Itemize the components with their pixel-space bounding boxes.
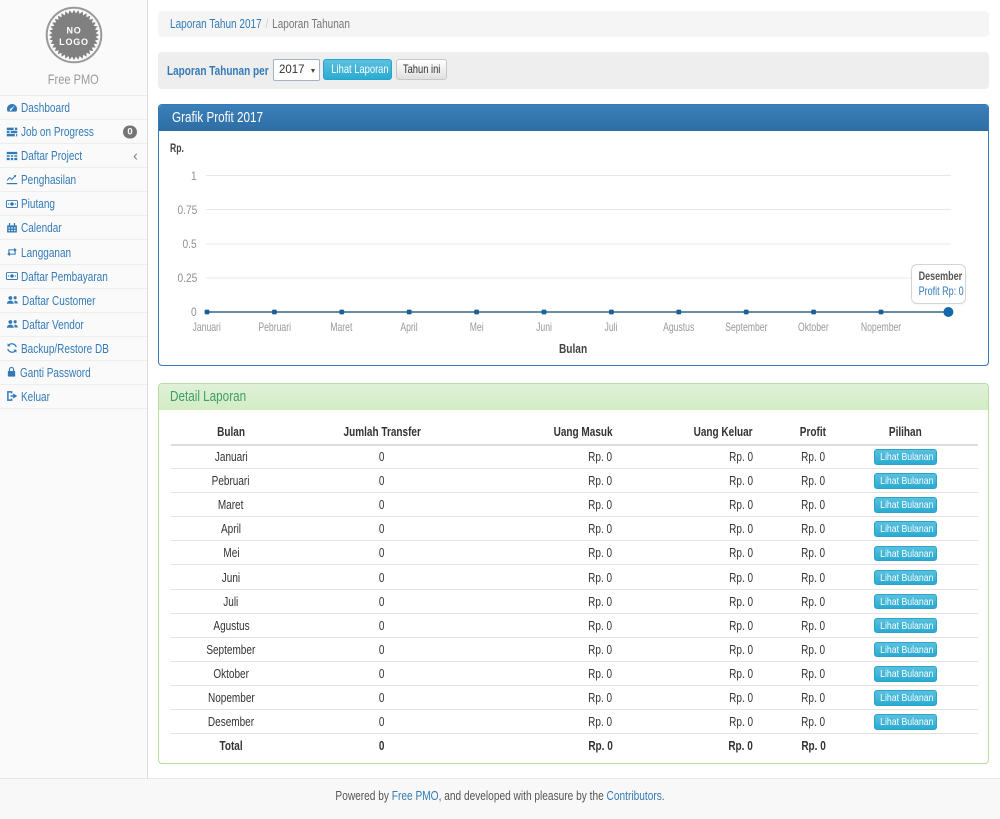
svg-text:LOGO: LOGO	[59, 37, 89, 47]
svg-text:NO: NO	[66, 26, 81, 36]
